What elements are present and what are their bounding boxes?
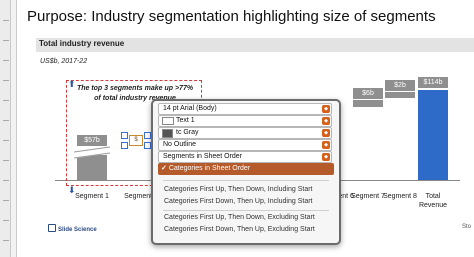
footer-source: Sto xyxy=(462,224,472,230)
order-field[interactable]: Segments in Sheet Order ◆ xyxy=(158,151,332,163)
outline-stepper-icon[interactable]: ◆ xyxy=(322,141,330,149)
line-color-field-value: tc Gray xyxy=(176,129,199,136)
order-option-down-up-including[interactable]: Categories First Down, Then Up, Includin… xyxy=(158,196,334,208)
selection-handle[interactable] xyxy=(121,132,128,139)
arrow-down-icon: ⬇ xyxy=(68,185,76,195)
chart-header-label: Total industry revenue xyxy=(39,39,125,48)
data-label: $114b xyxy=(418,77,448,88)
line-color-stepper-icon[interactable]: ◆ xyxy=(322,129,330,137)
fill-field-value: Text 1 xyxy=(176,117,195,124)
checkmark-icon: ✓ xyxy=(161,165,167,172)
line-color-swatch-icon xyxy=(162,129,173,138)
order-stepper-icon[interactable]: ◆ xyxy=(322,153,330,161)
vertical-ruler xyxy=(0,0,11,257)
chart-bar[interactable] xyxy=(385,92,415,98)
order-field-value: Segments in Sheet Order xyxy=(163,153,242,160)
data-label: $6b xyxy=(353,88,383,99)
selection-handle[interactable] xyxy=(144,142,151,149)
order-option-label: ✓ Categories in Sheet Order xyxy=(161,165,251,172)
font-stepper-icon[interactable]: ◆ xyxy=(322,105,330,113)
order-option-label: Categories First Up, Then Down, Includin… xyxy=(164,186,313,193)
fill-stepper-icon[interactable]: ◆ xyxy=(322,117,330,125)
fill-swatch-icon xyxy=(162,117,174,125)
font-field-value: 14 pt Arial (Body) xyxy=(163,105,217,112)
order-option-down-up-excluding[interactable]: Categories First Down, Then Up, Excludin… xyxy=(158,224,334,236)
outline-field[interactable]: No Outline ◆ xyxy=(158,139,332,151)
label-format-icon[interactable]: $ xyxy=(129,135,143,146)
footer-logo: Slide Science xyxy=(48,224,97,233)
footer-logo-text: Slide Science xyxy=(58,227,97,233)
slide-title: Purpose: Industry segmentation highlight… xyxy=(27,8,436,25)
chart-bar[interactable] xyxy=(418,90,448,180)
selection-handle[interactable] xyxy=(144,132,151,139)
arrow-up-icon: ⬆ xyxy=(68,79,76,89)
order-option-label: Categories First Up, Then Down, Excludin… xyxy=(164,214,315,221)
order-option-sheet-order[interactable]: ✓ Categories in Sheet Order xyxy=(158,163,334,175)
order-option-up-down-excluding[interactable]: Categories First Up, Then Down, Excludin… xyxy=(158,212,334,224)
selected-label-handle-group[interactable]: $ xyxy=(121,132,151,149)
chart-subtitle: US$b, 2017-22 xyxy=(40,58,88,65)
x-tick-label: Total Revenue xyxy=(418,193,448,209)
label-format-popup[interactable]: 14 pt Arial (Body) ◆ Text 1 ◆ tc Gray ◆ … xyxy=(151,99,341,245)
chart-bar[interactable] xyxy=(353,100,383,108)
order-option-label: Categories First Down, Then Up, Excludin… xyxy=(164,226,315,233)
order-option-up-down-including[interactable]: Categories First Up, Then Down, Includin… xyxy=(158,184,334,196)
line-color-field[interactable]: tc Gray ◆ xyxy=(158,127,332,139)
data-label: $2b xyxy=(385,80,415,91)
font-field[interactable]: 14 pt Arial (Body) ◆ xyxy=(158,103,332,115)
order-option-label: Categories First Down, Then Up, Includin… xyxy=(164,198,313,205)
menu-divider xyxy=(163,210,329,211)
menu-divider xyxy=(163,180,329,181)
chart-header-bar: Total industry revenue xyxy=(36,38,474,52)
outline-field-value: No Outline xyxy=(163,141,197,148)
x-tick-label: Segment 1 xyxy=(75,193,109,200)
selection-handle[interactable] xyxy=(121,142,128,149)
fill-field[interactable]: Text 1 ◆ xyxy=(158,115,332,127)
logo-icon xyxy=(48,224,56,232)
